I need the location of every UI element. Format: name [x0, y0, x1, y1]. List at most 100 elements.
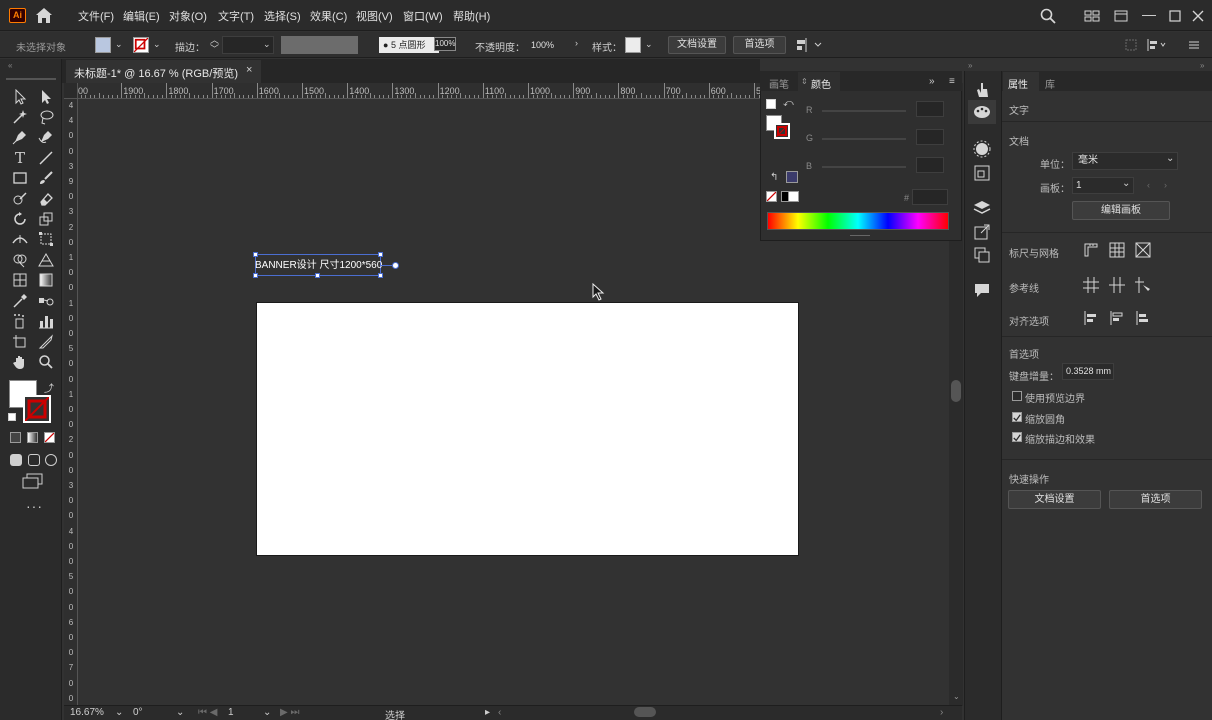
- line-tool-icon[interactable]: [36, 149, 56, 167]
- guides-icon[interactable]: [1082, 276, 1100, 294]
- chevron-down-icon[interactable]: ⌄: [263, 707, 271, 718]
- unit-select[interactable]: 毫米: [1072, 152, 1178, 170]
- chevron-down-icon[interactable]: ⌄: [115, 39, 123, 50]
- eraser-tool-icon[interactable]: [36, 190, 56, 208]
- prev-artboard-icon[interactable]: ‹: [1147, 180, 1150, 190]
- menu-file[interactable]: 文件(F): [78, 8, 114, 24]
- first-artboard-icon[interactable]: ⏮ ◀: [198, 707, 217, 718]
- artboard[interactable]: [256, 302, 799, 556]
- paintbrush-tool-icon[interactable]: [36, 169, 56, 187]
- blend-tool-icon[interactable]: [36, 292, 56, 310]
- brush-definition[interactable]: ● 5 点圆形: [379, 37, 439, 53]
- symbol-sprayer-tool-icon[interactable]: [10, 312, 30, 330]
- tab-properties[interactable]: 属性: [1008, 76, 1028, 91]
- export-icon[interactable]: [972, 222, 992, 242]
- r-input[interactable]: [916, 101, 944, 117]
- ruler-origin[interactable]: [64, 83, 78, 99]
- document-tab[interactable]: 未标题-1* @ 16.67 % (RGB/预览): [66, 60, 261, 83]
- scale-strokes-checkbox[interactable]: [1012, 432, 1022, 442]
- menu-help[interactable]: 帮助(H): [453, 8, 490, 24]
- zoom-tool-icon[interactable]: [36, 353, 56, 371]
- chevron-down-icon[interactable]: ⌄: [153, 39, 161, 50]
- free-transform-tool-icon[interactable]: [36, 230, 56, 248]
- none-swatch[interactable]: [766, 191, 777, 202]
- artboard-tool-icon[interactable]: [10, 333, 30, 351]
- horizontal-ruler[interactable]: 00 1900 1800 1700 1600 1500 1400 1300 1200 1100 10…: [64, 83, 762, 99]
- draw-normal-icon[interactable]: [10, 454, 22, 466]
- white-swatch[interactable]: [788, 191, 799, 202]
- collapse-panel-icon[interactable]: «: [8, 61, 12, 70]
- selection-handle[interactable]: [253, 252, 258, 257]
- transform-panel-icon[interactable]: [972, 163, 992, 183]
- preferences-button[interactable]: 首选项: [733, 36, 786, 54]
- shaper-tool-icon[interactable]: [10, 190, 30, 208]
- menu-icon[interactable]: [1188, 38, 1200, 52]
- scroll-right-icon[interactable]: ›: [940, 707, 943, 718]
- swap-fill-stroke-icon[interactable]: ⤺: [783, 98, 794, 109]
- artboards-panel-icon[interactable]: [972, 245, 992, 265]
- selection-handle[interactable]: [378, 252, 383, 257]
- eyedropper-tool-icon[interactable]: [10, 292, 30, 310]
- quick-document-setup-button[interactable]: 文档设置: [1008, 490, 1101, 509]
- scrollbar-thumb[interactable]: [951, 380, 961, 402]
- menu-window[interactable]: 窗口(W): [403, 8, 443, 24]
- chevron-right-icon[interactable]: ›: [575, 38, 578, 48]
- collapse-panels-icon[interactable]: »: [968, 61, 972, 70]
- chevron-down-icon[interactable]: ⌄: [1122, 178, 1130, 189]
- scale-tool-icon[interactable]: [36, 210, 56, 228]
- column-graph-tool-icon[interactable]: [36, 312, 56, 330]
- close-window-icon[interactable]: [1190, 8, 1206, 24]
- rotation-value[interactable]: 0°: [133, 707, 143, 718]
- artboard-number[interactable]: 1: [228, 707, 234, 718]
- scale-corners-checkbox[interactable]: [1012, 412, 1022, 422]
- default-fill-stroke-icon[interactable]: [766, 99, 776, 109]
- width-tool-icon[interactable]: [10, 230, 30, 248]
- lasso-tool-icon[interactable]: [36, 108, 56, 126]
- search-icon[interactable]: [1040, 8, 1056, 24]
- scroll-left-icon[interactable]: ‹: [498, 707, 501, 718]
- tab-libraries[interactable]: 库: [1045, 76, 1055, 91]
- stroke-preview[interactable]: [774, 123, 790, 139]
- text-out-port[interactable]: [392, 262, 399, 269]
- vertical-ruler[interactable]: 4 4 0 0 3 9 0 3 2 0 1 0 0 1 0 0 5 0 0 1 0 0 2 0 0 3 0 0 4 0 0 5 0 0 6 0 0 7 0 0: [64, 99, 78, 706]
- g-input[interactable]: [916, 129, 944, 145]
- panel-menu-icon[interactable]: ≡: [949, 76, 955, 87]
- g-slider[interactable]: [822, 138, 906, 140]
- rectangle-tool-icon[interactable]: [10, 169, 30, 187]
- chevron-down-icon[interactable]: ⌄: [176, 707, 184, 718]
- web-safe-color-swatch[interactable]: [786, 171, 798, 183]
- scroll-down-icon[interactable]: ⌄: [953, 692, 960, 701]
- gradient-mode-icon[interactable]: [27, 432, 38, 443]
- chevron-down-icon[interactable]: ⌄: [1166, 153, 1174, 164]
- magic-wand-tool-icon[interactable]: [10, 108, 30, 126]
- selection-tool-icon[interactable]: [10, 88, 30, 106]
- panel-resize-grip[interactable]: [850, 235, 870, 237]
- swap-colors-icon[interactable]: ⤴: [44, 380, 54, 395]
- menu-object[interactable]: 对象(O): [169, 8, 207, 24]
- shape-builder-tool-icon[interactable]: [10, 251, 30, 269]
- rotate-tool-icon[interactable]: [10, 210, 30, 228]
- last-artboard-icon[interactable]: ▶ ⏭: [280, 707, 299, 718]
- more-tools-icon[interactable]: ···: [26, 498, 43, 514]
- none-mode-icon[interactable]: [44, 432, 55, 443]
- comments-icon[interactable]: [972, 280, 992, 300]
- color-spectrum[interactable]: [767, 212, 949, 230]
- text-object[interactable]: BANNER设计 尺寸1200*560: [255, 256, 382, 271]
- perspective-grid-tool-icon[interactable]: [36, 251, 56, 269]
- ruler-icon[interactable]: [1082, 241, 1100, 259]
- collapse-properties-icon[interactable]: »: [1200, 61, 1204, 70]
- hand-tool-icon[interactable]: [10, 353, 30, 371]
- stepper-icon[interactable]: ︿ ﹀: [210, 36, 219, 54]
- layers-icon[interactable]: [972, 198, 992, 218]
- fill-swatch[interactable]: [95, 37, 111, 53]
- grid-icon[interactable]: [1108, 241, 1126, 259]
- default-colors-icon[interactable]: [8, 413, 16, 421]
- style-swatch[interactable]: [625, 37, 641, 53]
- align-icon[interactable]: [796, 37, 824, 53]
- maximize-icon[interactable]: [1167, 8, 1183, 24]
- color-mode-icon[interactable]: [10, 432, 21, 443]
- selection-handle[interactable]: [378, 273, 383, 278]
- hex-input[interactable]: [912, 189, 948, 205]
- b-input[interactable]: [916, 157, 944, 173]
- document-setup-button[interactable]: 文档设置: [668, 36, 726, 54]
